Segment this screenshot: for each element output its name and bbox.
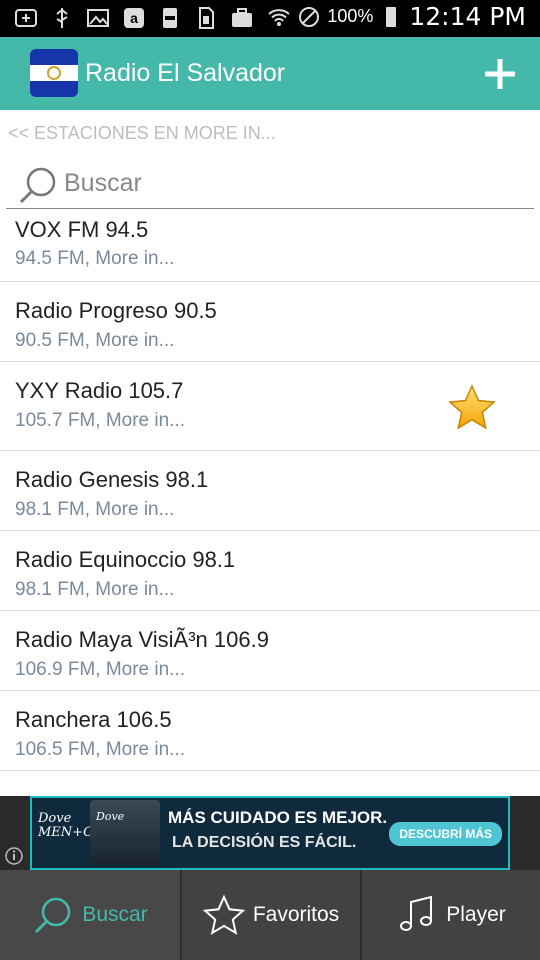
- station-subtitle: 105.7 FM, More in...: [15, 410, 186, 431]
- usb-icon: [56, 8, 68, 28]
- station-subtitle: 94.5 FM, More in...: [15, 248, 175, 269]
- star-outline-icon: [202, 894, 245, 935]
- plus-icon[interactable]: [480, 54, 520, 94]
- amazon-icon: a: [124, 8, 144, 28]
- tab-label: Buscar: [82, 903, 148, 926]
- tab-player[interactable]: Player: [360, 870, 540, 960]
- ad-cta-button[interactable]: DESCUBRÍ MÁS: [389, 822, 502, 846]
- battery-percent: 100%: [327, 6, 374, 26]
- music-note-icon: [400, 895, 433, 931]
- status-icons-left: a: [14, 6, 254, 30]
- ad-headline: MÁS CUIDADO ES MEJOR.: [168, 808, 388, 827]
- search-icon: [35, 897, 71, 934]
- app-title: Radio El Salvador: [85, 59, 286, 87]
- station-subtitle: 90.5 FM, More in...: [15, 330, 175, 351]
- station-name: YXY Radio 105.7: [15, 378, 184, 403]
- station-row[interactable]: Radio Equinoccio 98.1 98.1 FM, More in..…: [0, 531, 540, 611]
- el-salvador-flag-icon: [30, 49, 78, 97]
- svg-text:a: a: [130, 10, 138, 26]
- favorite-star-icon[interactable]: [448, 384, 496, 430]
- search-bar: [6, 160, 534, 209]
- station-subtitle: 106.9 FM, More in...: [15, 659, 186, 680]
- status-icons-right: 100% 12:14 PM: [267, 2, 526, 31]
- status-bar: a 100% 12:14 PM: [0, 0, 540, 37]
- station-row[interactable]: Radio Progreso 90.5 90.5 FM, More in...: [0, 282, 540, 362]
- tab-favoritos[interactable]: Favoritos: [180, 870, 360, 960]
- station-subtitle: 98.1 FM, More in...: [15, 499, 175, 520]
- ad-bar: Dove MEN+CARE Dove MÁS CUIDADO ES MEJOR.…: [0, 796, 540, 870]
- station-row[interactable]: Radio Genesis 98.1 98.1 FM, More in...: [0, 451, 540, 531]
- info-icon[interactable]: [4, 846, 24, 866]
- do-not-disturb-icon: [299, 6, 320, 27]
- station-row[interactable]: Ranchera 106.5 106.5 FM, More in...: [0, 691, 540, 771]
- ad-product-image: Dove: [90, 800, 160, 866]
- tab-buscar[interactable]: Buscar: [0, 870, 180, 960]
- ad-brand-logo: Dove MEN+CARE: [38, 811, 122, 840]
- station-name: Radio Equinoccio 98.1: [15, 547, 236, 572]
- station-row[interactable]: YXY Radio 105.7 105.7 FM, More in...: [0, 362, 540, 451]
- station-name: Radio Progreso 90.5: [15, 298, 217, 323]
- sim-icon: [199, 7, 214, 29]
- search-input[interactable]: [64, 166, 524, 200]
- stations-breadcrumb[interactable]: << ESTACIONES EN MORE IN...: [8, 123, 276, 144]
- station-row[interactable]: VOX FM 94.5 94.5 FM, More in...: [0, 210, 540, 282]
- station-name: VOX FM 94.5: [15, 217, 149, 242]
- station-row[interactable]: Radio Maya VisiÃ³n 106.9 106.9 FM, More …: [0, 611, 540, 691]
- tab-label: Player: [446, 903, 506, 926]
- ad-banner[interactable]: Dove MEN+CARE Dove MÁS CUIDADO ES MEJOR.…: [30, 796, 510, 870]
- tab-label: Favoritos: [252, 903, 340, 926]
- storage-icon: [163, 8, 177, 28]
- station-list: VOX FM 94.5 94.5 FM, More in... Radio Pr…: [0, 210, 540, 796]
- wifi-icon: [268, 8, 290, 26]
- clock: 12:14 PM: [409, 2, 526, 31]
- briefcase-icon: [232, 8, 252, 27]
- station-subtitle: 106.5 FM, More in...: [15, 739, 186, 760]
- bottom-nav: Buscar Favoritos Player: [0, 870, 540, 960]
- battery-icon: [386, 6, 397, 27]
- ad-subheadline: LA DECISIÓN ES FÁCIL.: [172, 834, 357, 851]
- station-name: Radio Maya VisiÃ³n 106.9: [15, 627, 269, 652]
- station-name: Radio Genesis 98.1: [15, 467, 209, 492]
- image-icon: [87, 9, 109, 27]
- search-icon: [19, 167, 56, 204]
- app-bar: Radio El Salvador: [0, 37, 540, 110]
- add-icon: [15, 9, 37, 27]
- station-subtitle: 98.1 FM, More in...: [15, 579, 175, 600]
- station-name: Ranchera 106.5: [15, 707, 172, 732]
